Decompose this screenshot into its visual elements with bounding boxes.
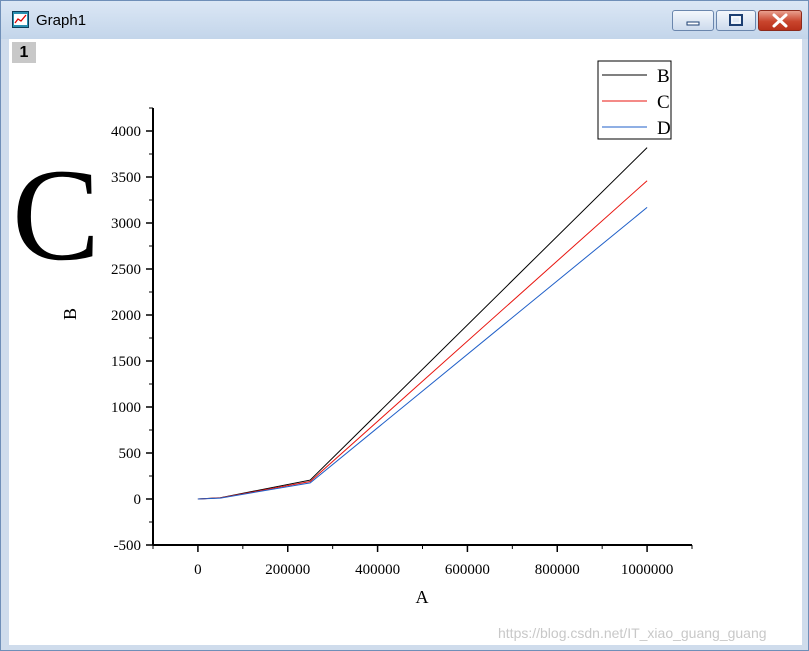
y-tick-label: 500 xyxy=(119,446,142,462)
graph-window: Graph1 1 C 0 200000 400000 600000 800000 1000… xyxy=(0,0,809,651)
legend-label-c: C xyxy=(657,92,670,113)
y-tick-label: 3000 xyxy=(111,216,141,232)
x-axis-label: A xyxy=(416,587,429,607)
legend-label-d: D xyxy=(657,118,671,139)
line-chart: 0 200000 400000 600000 800000 1000000 -500 0 500… xyxy=(60,60,693,607)
x-tick-label: 0 xyxy=(194,562,202,578)
series-line-d xyxy=(197,207,648,500)
y-axis-label: B xyxy=(60,308,80,320)
x-tick-label: 1000000 xyxy=(621,562,674,578)
watermark: https://blog.csdn.net/IT_xiao_guang_guan… xyxy=(498,625,767,641)
x-tick-label: 200000 xyxy=(265,562,310,578)
y-tick-label: 4000 xyxy=(111,124,141,140)
y-tick-label: 2000 xyxy=(111,308,141,324)
series-line-c xyxy=(197,180,648,500)
y-tick-label: 3500 xyxy=(111,170,141,186)
y-tick-label: 2500 xyxy=(111,262,141,278)
y-tick-label: -500 xyxy=(114,538,142,554)
x-tick-label: 600000 xyxy=(445,562,490,578)
series-line-b xyxy=(197,147,648,500)
x-tick-label: 800000 xyxy=(535,562,580,578)
y-tick-label: 0 xyxy=(134,492,142,508)
y-tick-label: 1500 xyxy=(111,354,141,370)
y-tick-label: 1000 xyxy=(111,400,141,416)
x-tick-label: 400000 xyxy=(355,562,400,578)
legend-label-b: B xyxy=(657,66,670,87)
legend[interactable]: BCD xyxy=(597,60,672,140)
